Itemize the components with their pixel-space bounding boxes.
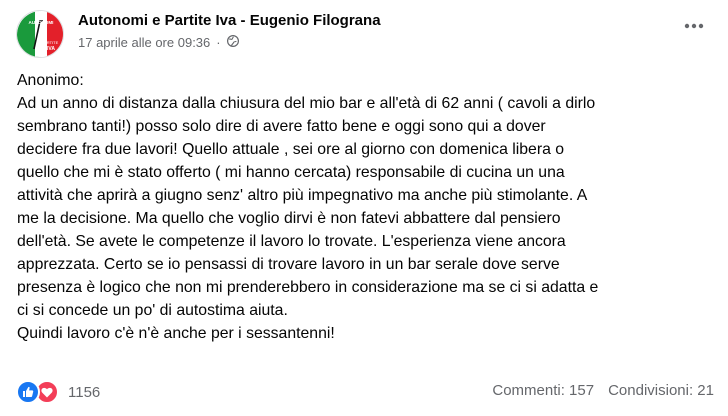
reactions-summary[interactable]: 1156 bbox=[16, 380, 100, 404]
more-options-button[interactable] bbox=[680, 16, 708, 36]
page-avatar[interactable]: AUTONOMI PARTITE IVA bbox=[16, 10, 64, 58]
page-name-link[interactable]: Autonomi e Partite Iva - Eugenio Filogra… bbox=[78, 12, 381, 29]
post-timestamp[interactable]: 17 aprile alle ore 09:36 bbox=[78, 35, 210, 50]
autonomi-logo-icon: AUTONOMI PARTITE IVA bbox=[17, 11, 63, 57]
like-icon bbox=[16, 380, 40, 404]
more-horizontal-icon bbox=[684, 23, 704, 29]
logo-bottom-text: PARTITE bbox=[42, 40, 59, 45]
meta-separator: · bbox=[216, 35, 221, 50]
comments-count-link[interactable]: Commenti: 157 bbox=[492, 382, 594, 399]
logo-iva-text: IVA bbox=[47, 46, 55, 52]
post-footer: 1156 Commenti: 157 Condivisioni: 21 bbox=[16, 380, 714, 404]
shares-count-link[interactable]: Condivisioni: 21 bbox=[608, 382, 714, 399]
post-body-text: Anonimo: Ad un anno di distanza dalla ch… bbox=[17, 72, 599, 342]
post-header: AUTONOMI PARTITE IVA Autonomi e Partite … bbox=[16, 10, 712, 58]
reactions-count: 1156 bbox=[68, 383, 101, 401]
logo-top-text: AUTONOMI bbox=[29, 20, 54, 25]
globe-icon bbox=[226, 34, 239, 50]
